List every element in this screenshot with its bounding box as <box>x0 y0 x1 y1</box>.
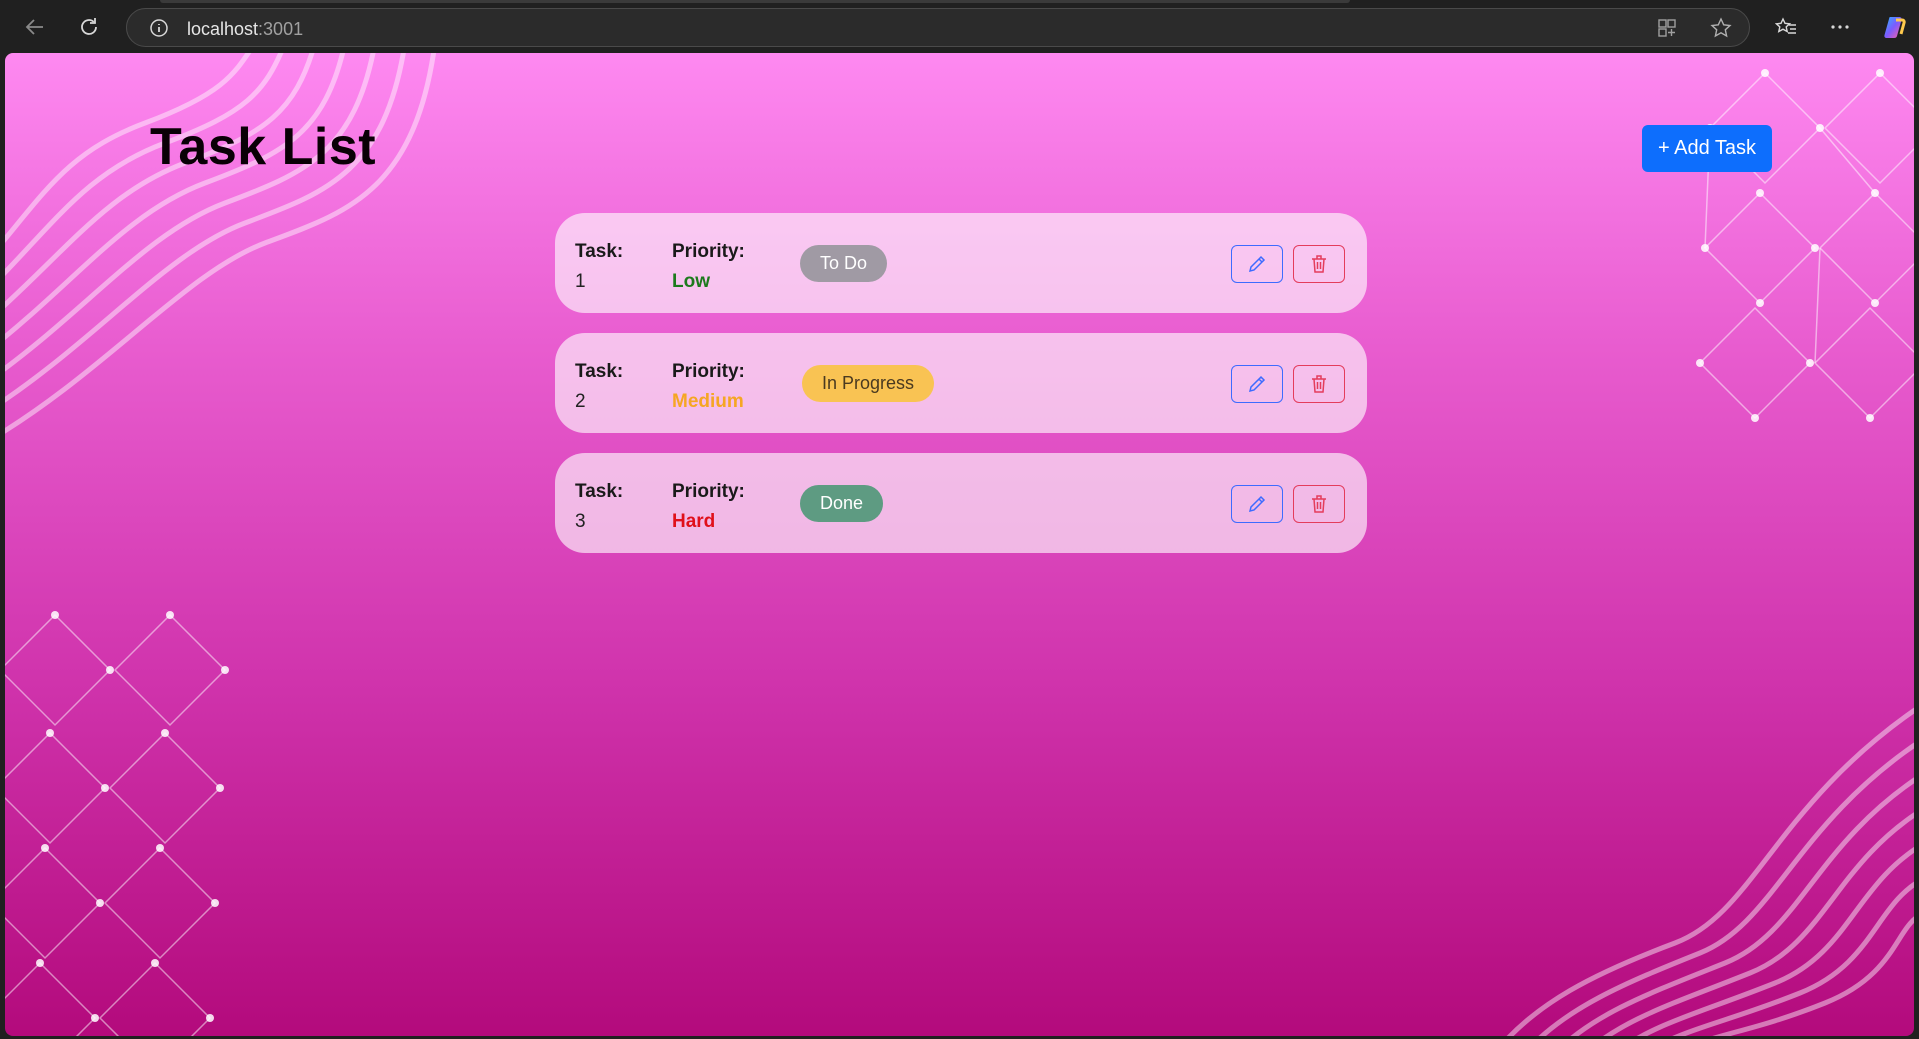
pencil-icon <box>1248 255 1266 273</box>
task-label: Task: <box>575 481 624 502</box>
copilot-icon[interactable] <box>1877 10 1911 44</box>
address-bar[interactable]: localhost:3001 <box>126 8 1750 47</box>
address-text: localhost:3001 <box>187 19 304 39</box>
diamond-grid-decoration <box>1696 69 1914 422</box>
delete-button[interactable] <box>1293 485 1345 523</box>
status-badge: In Progress <box>802 365 935 402</box>
task-priority: Priority: Medium <box>672 357 745 417</box>
task-priority: Priority: Low <box>672 237 745 297</box>
task-card: Task: 1 Priority: Low To Do <box>555 213 1367 313</box>
favorites-icon[interactable] <box>1769 10 1803 44</box>
task-list: Task: 1 Priority: Low To Do Task: 2 Prio… <box>555 213 1367 573</box>
edit-button[interactable] <box>1231 485 1283 523</box>
task-value: 2 <box>575 391 586 412</box>
app-grid-icon[interactable] <box>1657 18 1677 43</box>
priority-label: Priority: <box>672 361 745 382</box>
info-icon[interactable] <box>149 18 169 43</box>
delete-button[interactable] <box>1293 245 1345 283</box>
status-badge: To Do <box>800 245 888 282</box>
task-value: 3 <box>575 511 586 532</box>
browser-toolbar: localhost:3001 <box>0 0 1919 53</box>
back-arrow-icon[interactable] <box>18 10 52 44</box>
task-label: Task: <box>575 241 624 262</box>
edit-button[interactable] <box>1231 365 1283 403</box>
status-badge: Done <box>800 485 884 522</box>
task-label: Task: <box>575 361 624 382</box>
edit-button[interactable] <box>1231 245 1283 283</box>
page-viewport: Task List + Add Task Task: 1 Priority: L… <box>5 53 1914 1036</box>
priority-label: Priority: <box>672 481 745 502</box>
task-number: Task: 1 <box>575 237 623 297</box>
add-task-button[interactable]: + Add Task <box>1642 125 1772 172</box>
trash-icon <box>1312 255 1326 273</box>
more-icon[interactable] <box>1823 10 1857 44</box>
task-card: Task: 2 Priority: Medium In Progress <box>555 333 1367 433</box>
diamond-grid-decoration-bottom <box>5 611 229 1036</box>
reload-icon[interactable] <box>72 10 106 44</box>
pencil-icon <box>1248 495 1266 513</box>
task-number: Task: 2 <box>575 357 623 417</box>
trash-icon <box>1312 375 1326 393</box>
task-priority: Priority: Hard <box>672 477 745 537</box>
priority-label: Priority: <box>672 241 745 262</box>
wave-lines-decoration-bottom <box>1506 707 1914 1036</box>
priority-value: Low <box>672 271 710 292</box>
priority-value: Hard <box>672 511 716 532</box>
tab-strip-edge <box>160 0 1350 3</box>
delete-button[interactable] <box>1293 365 1345 403</box>
task-number: Task: 3 <box>575 477 623 537</box>
star-icon[interactable] <box>1710 17 1732 44</box>
task-card: Task: 3 Priority: Hard Done <box>555 453 1367 553</box>
task-value: 1 <box>575 271 586 292</box>
priority-value: Medium <box>672 391 744 412</box>
pencil-icon <box>1248 375 1266 393</box>
trash-icon <box>1312 495 1326 513</box>
page-title: Task List <box>150 118 377 176</box>
